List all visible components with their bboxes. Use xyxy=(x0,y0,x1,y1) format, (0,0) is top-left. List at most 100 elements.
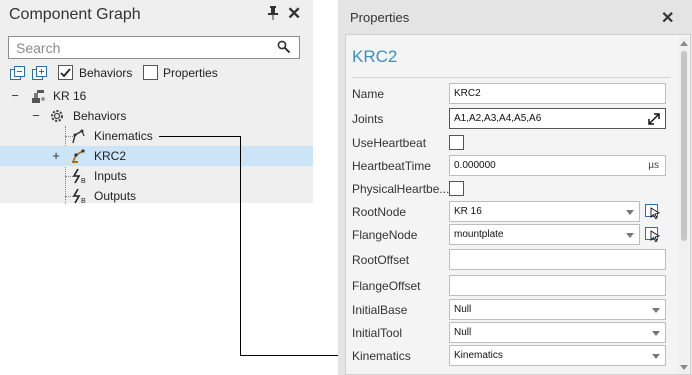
joints-input[interactable]: A1,A2,A3,A4,A5,A6 xyxy=(449,108,666,129)
prop-label: FlangeNode xyxy=(352,228,418,242)
prop-value: Kinematics xyxy=(454,350,503,361)
prop-label: Joints xyxy=(352,112,384,126)
name-input[interactable]: KRC2 xyxy=(449,83,666,104)
collapse-toggle[interactable]: − xyxy=(31,108,41,123)
tree-item-krc2[interactable]: + KRC2 xyxy=(0,146,313,166)
vertical-scrollbar[interactable] xyxy=(679,37,689,374)
search-placeholder: Search xyxy=(16,40,61,56)
prop-label: RootNode xyxy=(352,205,407,219)
physicalheartbeat-checkbox[interactable] xyxy=(449,181,464,196)
scroll-down-icon[interactable] xyxy=(680,365,688,370)
properties-checkbox[interactable] xyxy=(143,65,158,80)
pin-icon[interactable] xyxy=(267,6,279,23)
expand-all-icon[interactable] xyxy=(32,66,47,81)
connector-line xyxy=(240,136,241,355)
panel-title: Properties xyxy=(350,10,410,25)
flangeoffset-input[interactable] xyxy=(449,275,666,296)
search-icon[interactable] xyxy=(277,40,291,57)
rootnode-dropdown[interactable]: KR 16 xyxy=(449,201,640,222)
prop-row-rootnode: RootNode KR 16 xyxy=(346,200,676,224)
node-picker-icon[interactable] xyxy=(644,203,662,220)
node-picker-icon[interactable] xyxy=(644,226,662,243)
heartbeattime-input[interactable]: 0.000000 µs xyxy=(449,155,666,176)
prop-label: InitialBase xyxy=(352,303,408,317)
tree-item-kr16[interactable]: − KR 16 xyxy=(0,86,313,106)
component-name: KRC2 xyxy=(352,47,398,66)
initialbase-dropdown[interactable]: Null xyxy=(449,299,666,320)
collapse-toggle[interactable]: − xyxy=(10,88,20,103)
signal-input-icon: B xyxy=(71,168,87,185)
tree-item-label: KRC2 xyxy=(94,149,127,163)
divider xyxy=(352,77,670,78)
chevron-down-icon xyxy=(652,308,660,313)
signal-output-icon: B xyxy=(71,188,87,205)
prop-label: InitialTool xyxy=(352,326,403,340)
connector-line xyxy=(240,355,340,356)
unit-label: µs xyxy=(648,160,659,171)
behaviors-filter-label: Behaviors xyxy=(79,66,133,80)
prop-label: UseHeartbeat xyxy=(352,136,427,150)
tree-item-outputs[interactable]: B Outputs xyxy=(0,186,313,206)
prop-value: mountplate xyxy=(454,229,504,240)
connector-line xyxy=(159,136,240,137)
tree-item-kinematics[interactable]: Kinematics xyxy=(0,126,313,146)
behaviors-checkbox[interactable] xyxy=(58,65,73,80)
prop-label: Name xyxy=(352,87,385,101)
prop-row-heartbeattime: HeartbeatTime 0.000000 µs xyxy=(346,154,676,178)
initialtool-dropdown[interactable]: Null xyxy=(449,322,666,343)
search-field[interactable]: Search xyxy=(8,36,300,59)
chevron-down-icon xyxy=(652,331,660,336)
useheartbeat-checkbox[interactable] xyxy=(449,135,464,150)
prop-label: HeartbeatTime xyxy=(352,159,431,173)
collapse-all-icon[interactable] xyxy=(10,66,25,81)
prop-row-initialtool: InitialTool Null xyxy=(346,321,676,345)
tree-item-behaviors[interactable]: − Behaviors xyxy=(0,106,313,126)
svg-text:B: B xyxy=(81,178,86,184)
robot-controller-icon xyxy=(71,148,87,164)
prop-label: FlangeOffset xyxy=(352,279,421,293)
kinematics-dropdown[interactable]: Kinematics xyxy=(449,345,666,366)
scrollbar-thumb[interactable] xyxy=(681,51,687,241)
prop-row-useheartbeat: UseHeartbeat xyxy=(346,131,676,155)
properties-filter-label: Properties xyxy=(163,66,218,80)
tree-item-inputs[interactable]: B Inputs xyxy=(0,166,313,186)
tree-item-label: Behaviors xyxy=(73,109,127,123)
chevron-down-icon xyxy=(626,233,634,238)
kinematics-icon xyxy=(71,128,87,144)
prop-row-kinematics: Kinematics Kinematics xyxy=(346,344,676,368)
prop-row-flangenode: FlangeNode mountplate xyxy=(346,223,676,247)
filter-bar: Behaviors Properties xyxy=(10,65,310,83)
prop-label: Kinematics xyxy=(352,349,411,363)
prop-row-joints: Joints A1,A2,A3,A4,A5,A6 xyxy=(346,107,676,131)
prop-value: KRC2 xyxy=(454,88,481,99)
prop-value: Null xyxy=(454,304,472,315)
prop-row-name: Name KRC2 xyxy=(346,82,676,106)
prop-row-flangeoffset: FlangeOffset xyxy=(346,274,676,298)
expand-icon[interactable] xyxy=(647,112,661,126)
robot-icon xyxy=(30,88,46,104)
rootoffset-input[interactable] xyxy=(449,249,666,270)
prop-value: A1,A2,A3,A4,A5,A6 xyxy=(454,113,542,124)
prop-row-physicalheartbeat: PhysicalHeartbe... xyxy=(346,177,676,201)
gear-icon xyxy=(49,108,65,124)
chevron-down-icon xyxy=(652,354,660,359)
properties-body: KRC2 Name KRC2 Joints A1,A2,A3,A4,A5,A6 … xyxy=(345,34,691,375)
scroll-up-icon[interactable] xyxy=(680,41,688,46)
prop-value: Null xyxy=(454,327,472,338)
properties-panel: Properties ✕ KRC2 Name KRC2 Joints A1,A2… xyxy=(338,0,692,375)
prop-value: 0.000000 xyxy=(454,160,496,171)
component-graph-panel: Component Graph ✕ Search Behaviors Prope… xyxy=(0,0,313,206)
expand-toggle[interactable]: + xyxy=(51,148,61,163)
tree-item-label: KR 16 xyxy=(53,89,87,103)
close-icon[interactable]: ✕ xyxy=(661,8,674,28)
prop-row-rootoffset: RootOffset xyxy=(346,248,676,272)
chevron-down-icon xyxy=(626,210,634,215)
close-icon[interactable]: ✕ xyxy=(287,4,301,24)
prop-label: RootOffset xyxy=(352,253,410,267)
svg-text:B: B xyxy=(81,198,86,204)
tree-item-label: Kinematics xyxy=(94,129,153,143)
prop-row-initialbase: InitialBase Null xyxy=(346,298,676,322)
tree-item-label: Inputs xyxy=(94,169,127,183)
prop-value: KR 16 xyxy=(454,206,482,217)
flangenode-dropdown[interactable]: mountplate xyxy=(449,224,640,245)
